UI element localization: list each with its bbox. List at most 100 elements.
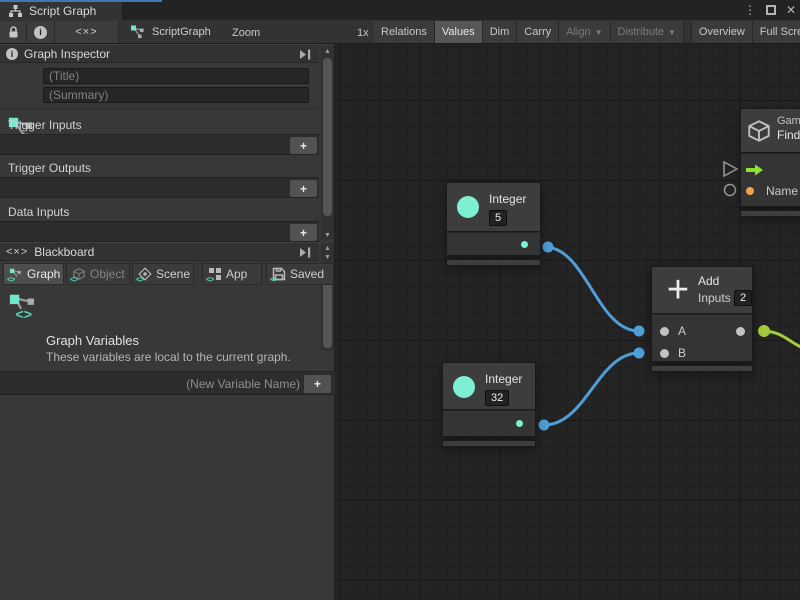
blackboard-scrollbar[interactable]: ▲ ▼: [321, 243, 334, 351]
info-icon: i: [34, 26, 47, 39]
lock-button[interactable]: [0, 21, 27, 43]
tab-script-graph[interactable]: Script Graph: [0, 2, 122, 20]
dock-panel-icon[interactable]: [299, 247, 312, 258]
output-port[interactable]: [521, 241, 528, 248]
integer-value-field[interactable]: 32: [485, 390, 509, 406]
window-menu-icon[interactable]: ⋮: [744, 4, 756, 16]
divider: [0, 108, 319, 109]
value-port-outline-icon[interactable]: [725, 185, 736, 196]
data-inputs-list: +: [0, 221, 319, 242]
graph-name-label: ScriptGraph: [152, 26, 211, 38]
code-preview-button[interactable]: <×>: [55, 21, 119, 43]
wire-add-output[interactable]: [764, 331, 800, 349]
integer-node-5[interactable]: Integer 5: [446, 182, 541, 266]
node-title: Integer: [485, 372, 522, 386]
graph-variables-description: These variables are local to the current…: [46, 350, 291, 364]
svg-text:<>: <>: [16, 306, 32, 322]
connection-dot[interactable]: [758, 325, 770, 337]
integer-type-icon: [453, 376, 475, 398]
output-port[interactable]: [736, 327, 745, 336]
add-trigger-output-button[interactable]: +: [290, 180, 317, 197]
window-maximize-icon[interactable]: [766, 5, 776, 15]
integer-value-field[interactable]: 5: [489, 210, 507, 226]
graph-summary-input[interactable]: [43, 87, 309, 103]
carry-button[interactable]: Carry: [517, 21, 559, 43]
port-label-name: Name: [766, 184, 798, 198]
inspector-toggle-button[interactable]: i: [27, 21, 55, 43]
align-dropdown[interactable]: Align▼: [559, 21, 610, 43]
object-tab-icon: <>: [72, 267, 86, 281]
info-icon: i: [6, 48, 18, 60]
blackboard-icon: <×>: [6, 246, 28, 258]
node-title: Integer: [489, 192, 526, 206]
output-port[interactable]: [516, 420, 523, 427]
trigger-arrow-icon[interactable]: [745, 164, 764, 176]
port-label-b: B: [678, 346, 686, 360]
wire-integer5-to-a[interactable]: [548, 247, 639, 331]
full-screen-button[interactable]: Full Screen: [753, 21, 800, 43]
connection-dot[interactable]: [634, 348, 645, 359]
node-subtitle: Game: [777, 115, 800, 127]
add-node[interactable]: + Add Inputs 2 A B: [651, 266, 753, 372]
node-footer: [442, 440, 536, 447]
find-node[interactable]: Game Find Name: [740, 108, 800, 217]
blackboard-title: Blackboard: [34, 245, 94, 259]
new-variable-input[interactable]: [4, 375, 300, 393]
graph-canvas[interactable]: Integer 5 Integer 32 + Add: [335, 44, 800, 600]
window-close-icon[interactable]: ✕: [786, 4, 796, 16]
lock-icon: [7, 25, 20, 39]
script-graph-window: Script Graph ⋮ ✕ i <×>: [0, 0, 800, 600]
add-variable-button[interactable]: +: [304, 375, 331, 393]
node-title: Find: [777, 128, 800, 142]
input-port-b[interactable]: [660, 349, 669, 358]
tab-object[interactable]: <> Object: [66, 263, 130, 285]
side-panel: i Graph Inspector Trigger Inputs + Trigg…: [0, 44, 335, 600]
dim-button[interactable]: Dim: [483, 21, 518, 43]
values-button[interactable]: Values: [435, 21, 483, 43]
zoom-value: 1x: [357, 27, 369, 39]
chevron-down-icon: ▼: [595, 28, 603, 37]
add-data-input-button[interactable]: +: [290, 224, 317, 241]
dock-panel-icon[interactable]: [299, 49, 312, 60]
overview-button[interactable]: Overview: [691, 21, 753, 43]
graph-tab-icon: <>: [9, 267, 23, 281]
node-footer: [740, 210, 800, 217]
connection-dot[interactable]: [539, 420, 550, 431]
graph-inspector-header[interactable]: i Graph Inspector: [0, 44, 318, 63]
script-graph-icon: [130, 24, 146, 40]
distribute-dropdown[interactable]: Distribute▼: [611, 21, 684, 43]
inputs-count-field[interactable]: 2: [734, 290, 752, 306]
scroll-down-arrow-icon[interactable]: ▼: [321, 252, 334, 262]
trigger-inputs-list: +: [0, 134, 319, 155]
relations-button[interactable]: Relations: [374, 21, 435, 43]
tab-scene[interactable]: <> Scene: [132, 263, 194, 285]
name-input-port[interactable]: [746, 187, 754, 195]
inspector-scrollbar[interactable]: ▲ ▼: [321, 46, 334, 240]
tab-graph[interactable]: <> Graph: [3, 263, 64, 285]
connection-dot[interactable]: [634, 326, 645, 337]
add-trigger-input-button[interactable]: +: [290, 137, 317, 154]
blackboard-header[interactable]: <×> Blackboard: [0, 242, 318, 261]
trigger-inputs-label: Trigger Inputs: [8, 118, 82, 132]
graph-title-input[interactable]: [43, 68, 309, 84]
trigger-port-outline-icon[interactable]: [724, 162, 737, 176]
scrollbar-thumb[interactable]: [323, 58, 332, 216]
trigger-outputs-label: Trigger Outputs: [8, 161, 91, 175]
scroll-down-arrow-icon[interactable]: ▼: [321, 230, 334, 240]
window-controls: ⋮ ✕: [744, 0, 796, 20]
graph-breadcrumb[interactable]: ScriptGraph: [130, 21, 211, 43]
new-variable-row: +: [0, 371, 335, 395]
tab-app[interactable]: <> App: [202, 263, 262, 285]
integer-node-32[interactable]: Integer 32: [442, 362, 536, 447]
scene-tab-icon: <>: [138, 267, 152, 281]
window-tab-bar: Script Graph ⋮ ✕: [0, 0, 800, 20]
input-port-a[interactable]: [660, 327, 669, 336]
tab-saved[interactable]: <> Saved: [266, 263, 334, 285]
add-icon: +: [660, 272, 696, 308]
connection-dot[interactable]: [543, 242, 554, 253]
scroll-up-arrow-icon[interactable]: ▲: [321, 46, 334, 56]
data-inputs-label: Data Inputs: [8, 205, 69, 219]
node-footer: [446, 259, 541, 266]
wire-integer32-to-b[interactable]: [544, 353, 639, 425]
node-title: Add: [698, 274, 719, 288]
